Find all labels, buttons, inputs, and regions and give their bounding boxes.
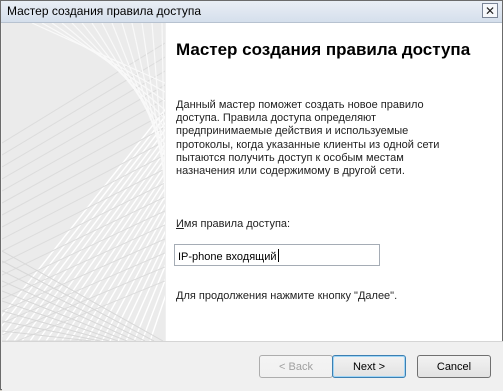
continue-hint: Для продолжения нажмите кнопку "Далее". (176, 290, 398, 302)
close-button[interactable]: ✕ (482, 3, 498, 18)
button-bar: < Back Next > Cancel (2, 341, 503, 391)
back-button[interactable]: < Back (259, 355, 333, 378)
window-title: Мастер создания правила доступа (7, 4, 202, 18)
rule-name-label: Имя правила доступа: (176, 218, 290, 230)
page-title: Мастер создания правила доступа (176, 40, 471, 59)
next-button-label: Next > (352, 360, 386, 373)
wizard-banner-image (2, 23, 165, 341)
close-icon: ✕ (484, 3, 496, 18)
rule-name-label-accesskey: И (176, 218, 184, 230)
wizard-window: Мастер создания правила доступа ✕ Мастер… (0, 0, 503, 391)
back-button-label: < Back (279, 360, 313, 373)
wizard-content: Мастер создания правила доступа Данный м… (166, 23, 502, 341)
cancel-button-label: Cancel (436, 360, 472, 373)
wizard-description: Данный мастер поможет создать новое прав… (176, 99, 440, 178)
rule-name-value: IP-phone входящий (178, 251, 277, 263)
next-button[interactable]: Next > (332, 355, 406, 378)
rule-name-label-text: мя правила доступа: (183, 218, 291, 230)
title-bar[interactable]: Мастер создания правила доступа ✕ (1, 1, 502, 23)
wizard-banner-graphic (2, 23, 165, 341)
rule-name-input[interactable]: IP-phone входящий (174, 244, 380, 266)
text-caret (277, 249, 279, 262)
cancel-button[interactable]: Cancel (417, 355, 491, 378)
